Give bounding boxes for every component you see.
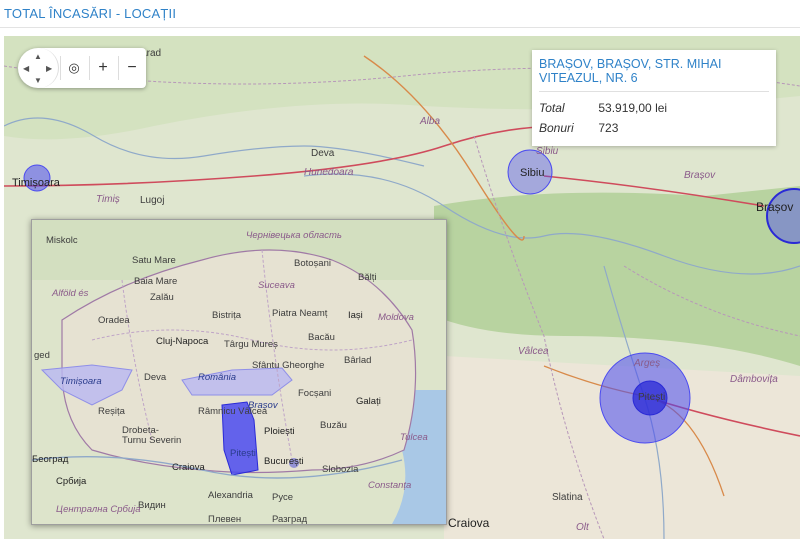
inset-label-suceava: Suceava <box>258 280 295 291</box>
label-lugoj: Lugoj <box>140 195 165 206</box>
inset-label-deva: Deva <box>144 372 167 383</box>
zoom-in-button[interactable]: + <box>89 56 116 80</box>
popup-row-total: Total 53.919,00 lei <box>539 101 667 115</box>
popup-row-bonuri: Bonuri 723 <box>539 121 618 135</box>
inset-label-piatra-neamt: Piatra Neamț <box>272 308 328 319</box>
label-deva: Deva <box>311 148 335 159</box>
inset-label-oradea: Oradea <box>98 315 130 326</box>
label-alba: Alba <box>420 116 441 127</box>
popup-total-label: Total <box>539 101 565 115</box>
inset-label-bacau: Bacău <box>308 332 335 343</box>
label-pitesti: Pitești <box>638 392 666 403</box>
inset-label-galati: Galați <box>356 396 381 407</box>
location-popup: BRAȘOV, BRAȘOV, STR. MIHAI VITEAZUL, NR.… <box>532 50 776 146</box>
inset-label-resita: Reșița <box>98 406 125 417</box>
inset-label-bucuresti: București <box>264 456 304 467</box>
inset-label-botosani: Botoșani <box>294 258 331 269</box>
inset-label-alfold: Alföld és <box>52 288 89 299</box>
popup-bonuri-label: Bonuri <box>539 121 574 135</box>
inset-label-craiova: Craiova <box>172 462 205 473</box>
label-timis: Timiș <box>96 194 120 205</box>
inset-label-alexandria: Alexandria <box>208 490 253 501</box>
label-craiova: Craiova <box>448 516 490 530</box>
inset-label-beograd: Београд <box>32 454 69 465</box>
title-bar: TOTAL ÎNCASĂRI - LOCAȚII <box>0 0 800 28</box>
pan-arrows-icon[interactable]: ▲ ▼ ◀ ▶ <box>18 48 59 88</box>
inset-label-ruse: Русе <box>272 492 294 503</box>
map-view[interactable]: Arad Timișoara Timiș Lugoj Deva Hunedoar… <box>4 36 800 539</box>
inset-label-drobeta: Drobeta-Turnu Severin <box>122 425 182 446</box>
inset-label-vidin: Видин <box>138 500 166 511</box>
inset-label-cluj: Cluj-Napoca <box>156 336 209 347</box>
inset-label-baia-mare: Baia Mare <box>134 276 178 287</box>
inset-label-barlad: Bârlad <box>344 355 372 366</box>
inset-label-bistrita: Bistrița <box>212 310 242 321</box>
inset-label-pleven: Плевен <box>208 514 242 525</box>
inset-label-tulcea: Tulcea <box>400 432 428 443</box>
inset-base-map <box>32 220 446 524</box>
inset-label-romania: România <box>198 372 237 383</box>
inset-label-srbija: Србија <box>56 476 87 487</box>
popup-title: BRAȘOV, BRAȘOV, STR. MIHAI VITEAZUL, NR.… <box>539 57 722 85</box>
inset-label-iasi: Iași <box>348 310 363 321</box>
inset-label-slobozia: Slobozia <box>322 464 359 475</box>
inset-label-timisoara: Timișoara <box>60 376 102 387</box>
label-timisoara: Timișoara <box>12 177 60 189</box>
inset-label-pitesti: Pitești <box>230 448 256 459</box>
inset-label-centralna: Централна Србија <box>56 504 141 515</box>
label-brasov-city: Brașov <box>756 200 794 214</box>
popup-bonuri-value: 723 <box>598 121 619 135</box>
inset-label-ploiesti: Ploiești <box>264 426 295 437</box>
label-arges: Argeș <box>634 358 661 369</box>
inset-label-balti: Bălți <box>358 272 377 283</box>
inset-label-zalau: Zalău <box>150 292 174 303</box>
label-valcea: Vâlcea <box>518 346 549 357</box>
inset-label-constanta: Constanța <box>368 480 412 491</box>
inset-label-ged: ged <box>34 350 50 361</box>
map-controls: ▲ ▼ ◀ ▶ ◎ + − <box>18 48 146 88</box>
inset-label-razgrad: Разград <box>272 514 308 525</box>
popup-total-value: 53.919,00 lei <box>598 101 668 115</box>
label-slatina: Slatina <box>552 492 583 503</box>
inset-label-satu-mare: Satu Mare <box>132 255 176 266</box>
inset-label-targu-mures: Târgu Mureș <box>224 339 278 350</box>
inset-label-miskolc: Miskolc <box>46 235 78 246</box>
zoom-out-button[interactable]: − <box>118 56 145 80</box>
inset-label-sf-gheorghe: Sfântu Gheorghe <box>252 360 325 371</box>
inset-label-focsani: Focșani <box>298 388 332 399</box>
inset-label-chernivtsi: Чернівецька область <box>246 230 342 241</box>
page-title: TOTAL ÎNCASĂRI - LOCAȚII <box>4 6 177 21</box>
label-olt: Olt <box>576 522 589 533</box>
label-sibiu-city: Sibiu <box>520 167 545 179</box>
globe-icon[interactable]: ◎ <box>60 56 87 80</box>
inset-label-moldova: Moldova <box>378 312 414 323</box>
label-dambovita: Dâmbovița <box>730 374 778 385</box>
label-hunedoara: Hunedoara <box>304 167 354 178</box>
label-sibiu-region: Sibiu <box>536 146 559 157</box>
label-brasov-region: Brașov <box>684 170 716 181</box>
inset-label-ramnicu: Râmnicu Vâlcea <box>198 406 268 417</box>
inset-label-buzau: Buzău <box>320 420 347 431</box>
overview-inset-map[interactable]: Miskolc Satu Mare Baia Mare Zalău Oradea… <box>31 219 447 525</box>
popup-divider <box>539 91 769 92</box>
